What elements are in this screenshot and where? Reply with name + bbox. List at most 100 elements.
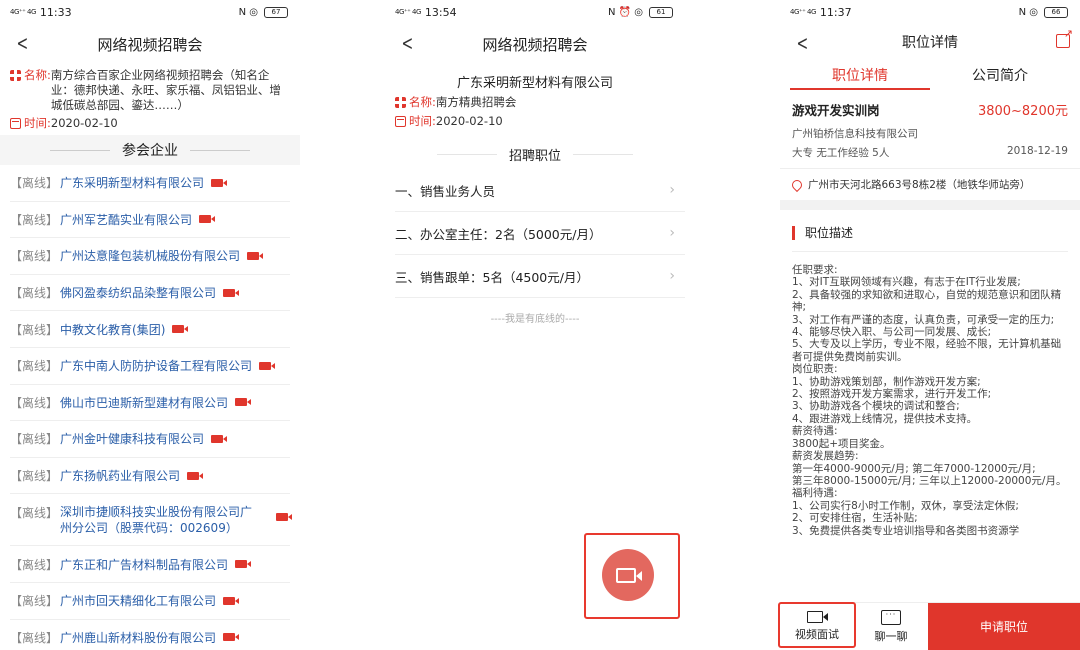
company-list-item[interactable]: 【离线】 广州市回天精细化工有限公司 [10,583,290,620]
fair-date: 2020-02-10 [50,116,118,130]
share-icon[interactable] [1056,27,1073,48]
back-arrow-icon[interactable]: < [797,31,809,55]
company-list-item[interactable]: 【离线】 佛山市巴迪斯新型建材有限公司 [10,385,290,422]
tab-company-intro[interactable]: 公司简介 [930,60,1070,90]
video-interview-highlight [778,602,856,648]
video-call-button[interactable] [602,549,654,601]
offline-tag: 【离线】 [10,212,59,227]
video-icon [187,471,204,480]
company-list-item[interactable]: 【离线】 深圳市捷顺科技实业股份有限公司广州分公司（股票代码：002609） [10,494,293,547]
company-link[interactable]: 深圳市捷顺科技实业股份有限公司广州分公司（股票代码：002609） [60,504,260,536]
video-icon [199,215,216,224]
company-link[interactable]: 广州鹿山新材料股份有限公司 [60,629,216,646]
battery-icon: 61 [649,6,673,18]
section-header: 参会企业 [0,135,300,165]
video-icon [235,560,252,569]
video-icon [211,178,228,187]
company-list-item[interactable]: 【离线】 广州金叶健康科技有限公司 [10,421,290,458]
page-title: 网络视频招聘会 [482,35,588,54]
job-description: 任职要求: 1、对IT互联网领域有兴趣，有志于在IT行业发展; 2、具备较强的求… [792,264,1067,537]
video-icon [223,596,240,605]
status-bar: 4G⁺⁺ 4G 11:33 N ◎ 67 [0,0,300,24]
company-list-item[interactable]: 【离线】 广东正和广告材料制品有限公司 [10,546,290,583]
company-list-item[interactable]: 【离线】 广州军艺酷实业有限公司 [10,202,290,239]
apply-job-button[interactable]: 申请职位 [928,603,1080,650]
company-link[interactable]: 广州达意隆包装机械股份有限公司 [60,247,240,264]
job-list: 一、销售业务人员 › 二、办公室主任：2名（5000元/月） › 三、销售跟单：5名（4… [385,169,685,298]
offline-tag: 【离线】 [10,286,59,301]
job-list-item[interactable]: 三、销售跟单：5名（4500元/月） › [395,255,685,298]
company-link[interactable]: 中教文化教育(集团) [60,321,165,338]
company-list-item[interactable]: 【离线】 广东中南人防防护设备工程有限公司 [10,348,290,385]
offline-tag: 【离线】 [10,322,59,337]
company-list-item[interactable]: 【离线】 广州达意隆包装机械股份有限公司 [10,238,290,275]
fair-time-row: 时间: 2020-02-10 [0,116,300,131]
offline-tag: 【离线】 [10,594,59,609]
video-call-highlight [584,533,680,619]
section-header: 招聘职位 [385,139,685,169]
screen-fair-list: 4G⁺⁺ 4G 11:33 N ◎ 67 < 网络视频招聘会 名称: 南方综合百家企… [0,0,300,650]
company-list-item[interactable]: 【离线】 广州鹿山新材料股份有限公司 [10,620,290,650]
job-list-item[interactable]: 一、销售业务人员 › [395,169,685,212]
job-title: 游戏开发实训岗 [792,103,880,118]
video-icon [276,513,293,522]
fair-name-row: 名称: 南方综合百家企业网络视频招聘会（知名企业：德邦快递、永旺、家乐福、凤铝铝… [0,68,300,113]
job-list-item[interactable]: 二、办公室主任：2名（5000元/月） › [395,212,685,255]
battery-icon: 67 [264,6,288,18]
status-bar: 4G⁺⁺ 4G 11:37 N ◎ 66 [780,0,1080,24]
chevron-right-icon: › [669,268,675,284]
company-link[interactable]: 广州市回天精细化工有限公司 [60,592,216,609]
company-list-item[interactable]: 【离线】 佛冈盈泰纺织品染整有限公司 [10,275,290,312]
video-icon [172,325,189,334]
company-list-item[interactable]: 【离线】 广东采明新型材料有限公司 [10,165,290,202]
tab-job-detail[interactable]: 职位详情 [790,60,930,90]
status-bar: 4G⁺⁺ 4G 13:54 N ⏰ ◎ 61 [385,0,685,24]
fair-name: 南方综合百家企业网络视频招聘会（知名企业：德邦快递、永旺、家乐福、凤铝铝业、增城… [50,68,281,112]
company-list-item[interactable]: 【离线】 中教文化教育(集团) [10,311,290,348]
nav-bar: < 职位详情 [780,24,1080,60]
video-icon [259,361,276,370]
company-link[interactable]: 广东正和广告材料制品有限公司 [60,556,228,573]
video-icon [235,398,252,407]
video-icon [223,288,240,297]
company-list: 【离线】 广东采明新型材料有限公司 【离线】 广州军艺酷实业有限公司 【离线】 广州达意隆… [0,165,300,650]
company-name: 广州铂桥信息科技有限公司 [792,128,918,140]
company-link[interactable]: 广东中南人防防护设备工程有限公司 [60,357,252,374]
page-title: 网络视频招聘会 [97,35,203,54]
back-arrow-icon[interactable]: < [17,31,29,55]
tab-bar: 职位详情 公司简介 [790,60,1070,90]
offline-tag: 【离线】 [10,359,59,374]
company-link[interactable]: 广东采明新型材料有限公司 [60,174,204,191]
back-arrow-icon[interactable]: < [402,31,414,55]
company-link[interactable]: 佛冈盈泰纺织品染整有限公司 [60,284,216,301]
nav-bar: < 网络视频招聘会 [0,24,300,64]
offline-tag: 【离线】 [10,630,59,645]
offline-tag: 【离线】 [10,469,59,484]
offline-tag: 【离线】 [10,432,59,447]
company-name: 广东采明新型材料有限公司 [456,76,613,91]
location-pin-icon [789,177,805,192]
company-link[interactable]: 广东扬帆药业有限公司 [60,467,180,484]
salary: 3800~8200元 [977,104,1068,119]
video-camera-icon [616,567,642,583]
calendar-icon [395,116,406,127]
grid-icon [10,70,21,81]
company-link[interactable]: 广州军艺酷实业有限公司 [60,211,192,228]
chat-button[interactable]: ··· 聊一聊 [854,603,928,650]
company-list-item[interactable]: 【离线】 广东扬帆药业有限公司 [10,458,290,495]
fair-time-row: 时间: 2020-02-10 [385,114,685,129]
calendar-icon [10,118,21,129]
address-row[interactable]: 广州市天河北路663号8栋2楼（地铁华师站旁） [780,168,1080,200]
nav-bar: < 网络视频招聘会 [385,24,685,64]
fair-name-row: 名称: 南方精典招聘会 [385,95,685,110]
end-of-list-text: ----我是有底线的---- [490,314,580,325]
company-link[interactable]: 佛山市巴迪斯新型建材有限公司 [60,394,228,411]
chevron-right-icon: › [669,182,675,198]
chat-bubble-icon: ··· [881,609,901,625]
job-card: 游戏开发实训岗 3800~8200元 广州铂桥信息科技有限公司 大专 无工作经验 … [780,90,1080,160]
offline-tag: 【离线】 [10,395,59,410]
offline-tag: 【离线】 [10,506,59,521]
screen-job-detail: 4G⁺⁺ 4G11:37 N ◎66 < 职位详情 职位详情 公司简介 游戏开发… [780,0,1080,650]
video-icon [223,633,240,642]
company-link[interactable]: 广州金叶健康科技有限公司 [60,430,204,447]
